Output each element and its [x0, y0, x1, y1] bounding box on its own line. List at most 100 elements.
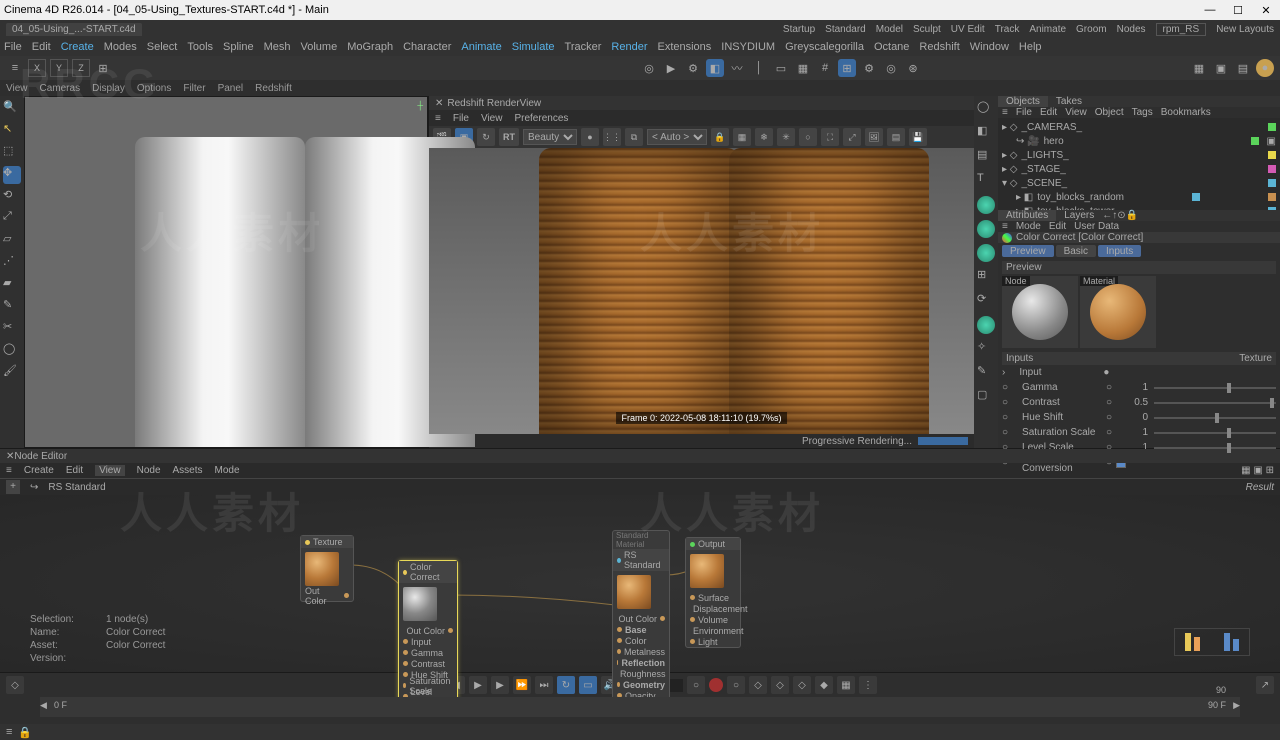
ne-node[interactable]: Node: [137, 465, 161, 476]
axis-y[interactable]: Y: [50, 59, 68, 77]
object-manager[interactable]: ▸ ◇_CAMERAS_ ↪ 🎥hero▣ ▸ ◇_LIGHTS_ ▸ ◇_ST…: [998, 118, 1280, 210]
hue-slider[interactable]: [1154, 417, 1276, 419]
node-graph[interactable]: Texture Out Color Color Correct Out Colo…: [0, 495, 1280, 672]
arrow-icon[interactable]: ↪: [30, 482, 38, 493]
fit-icon[interactable]: ⛶: [821, 128, 839, 146]
render-icon[interactable]: ▶: [662, 59, 680, 77]
fx-icon[interactable]: ✧: [977, 340, 995, 358]
ne-mode[interactable]: Mode: [215, 465, 240, 476]
circle-icon[interactable]: ○: [799, 128, 817, 146]
search-icon[interactable]: 🔍: [3, 100, 21, 118]
vp-panel[interactable]: Panel: [218, 83, 244, 94]
layout-preset[interactable]: rpm_RS: [1156, 23, 1207, 36]
contrast-slider[interactable]: [1154, 402, 1276, 404]
record-icon[interactable]: ○: [687, 676, 705, 694]
brush-icon[interactable]: ✎: [3, 298, 21, 316]
menu-icon[interactable]: ≡: [1002, 107, 1008, 118]
select-tool[interactable]: ⬚: [3, 144, 21, 162]
axis-x[interactable]: X: [28, 59, 46, 77]
grid3-icon[interactable]: ▦: [837, 676, 855, 694]
snow-icon[interactable]: ❄: [755, 128, 773, 146]
layout-nodes[interactable]: Nodes: [1117, 24, 1146, 35]
model-tool[interactable]: ▱: [3, 232, 21, 250]
snap-icon[interactable]: #: [816, 59, 834, 77]
menu-octane[interactable]: Octane: [874, 41, 909, 53]
extrude-icon[interactable]: ▭: [772, 59, 790, 77]
snow2-icon[interactable]: ✳: [777, 128, 795, 146]
atom-icon[interactable]: ⊛: [904, 59, 922, 77]
glow2-icon[interactable]: [977, 220, 995, 238]
pic-icon[interactable]: 🖼: [865, 128, 883, 146]
close-panel-icon[interactable]: ✕: [435, 98, 443, 109]
text-icon[interactable]: T: [977, 172, 995, 190]
glow3-icon[interactable]: [977, 244, 995, 262]
menu-volume[interactable]: Volume: [301, 41, 338, 53]
tab-layers[interactable]: Layers: [1056, 210, 1102, 221]
expand-icon[interactable]: ⤢: [843, 128, 861, 146]
mini-timeline[interactable]: [1174, 628, 1250, 656]
layout-uv[interactable]: UV Edit: [951, 24, 985, 35]
snap2-icon[interactable]: ⊞: [838, 59, 856, 77]
hamburger-icon[interactable]: ≡: [6, 59, 24, 77]
obj-edit[interactable]: Edit: [1040, 107, 1057, 118]
menu-animate[interactable]: Animate: [461, 41, 501, 53]
grid-icon[interactable]: ▦ ▣ ⊞: [1241, 465, 1274, 476]
lock-icon[interactable]: 🔒: [1126, 210, 1138, 221]
menu-render[interactable]: Render: [611, 41, 647, 53]
color-correct-node[interactable]: Color Correct Out Color Input Gamma Cont…: [398, 560, 458, 703]
menu-gsg[interactable]: Greyscalegorilla: [785, 41, 864, 53]
end-marker[interactable]: ▶: [1233, 700, 1240, 711]
autokey-icon[interactable]: ○: [727, 676, 745, 694]
menu-extensions[interactable]: Extensions: [657, 41, 711, 53]
attr-edit[interactable]: Edit: [1049, 221, 1066, 232]
menu-character[interactable]: Character: [403, 41, 451, 53]
menu-edit[interactable]: Edit: [32, 41, 51, 53]
layout-track[interactable]: Track: [995, 24, 1020, 35]
minimize-icon[interactable]: —: [1200, 4, 1220, 17]
lasso-icon[interactable]: ◯: [3, 342, 21, 360]
render-output[interactable]: Frame 0: 2022-05-08 18:11:10 (19.7%s): [429, 148, 974, 434]
goto-end-icon[interactable]: ⏭: [535, 676, 553, 694]
tab-objects[interactable]: Objects: [998, 96, 1048, 107]
pen-icon[interactable]: ✎: [977, 364, 995, 382]
render-region-icon[interactable]: ◎: [640, 59, 658, 77]
next-key-icon[interactable]: ⏩: [513, 676, 531, 694]
maximize-icon[interactable]: ☐: [1228, 4, 1248, 17]
poly-tool[interactable]: ▰: [3, 276, 21, 294]
key-s-icon[interactable]: ◇: [771, 676, 789, 694]
sphere-icon[interactable]: ●: [581, 128, 599, 146]
layout-groom[interactable]: Groom: [1076, 24, 1107, 35]
texture-node[interactable]: Texture Out Color: [300, 535, 354, 602]
gamma-slider[interactable]: [1154, 387, 1276, 389]
target-icon[interactable]: ◎: [882, 59, 900, 77]
menu-simulate[interactable]: Simulate: [512, 41, 555, 53]
menu-icon[interactable]: ≡: [6, 465, 12, 476]
tab-basic[interactable]: Basic: [1056, 245, 1096, 257]
timeline-ruler[interactable]: ◀ 0 F 90 F 90 ▶: [40, 697, 1240, 717]
cube-icon[interactable]: ◧: [706, 59, 724, 77]
obj-view[interactable]: View: [1065, 107, 1087, 118]
gear-glow-icon[interactable]: [977, 196, 995, 214]
attr-mode[interactable]: Mode: [1016, 221, 1041, 232]
rt-button[interactable]: RT: [499, 128, 519, 146]
render-tile-icon[interactable]: ▦: [1190, 59, 1208, 77]
lasso-icon[interactable]: ◯: [977, 100, 995, 118]
rotate-tool[interactable]: ⟲: [3, 188, 21, 206]
aov-select[interactable]: Beauty: [523, 129, 577, 145]
rec-button[interactable]: [709, 678, 723, 692]
key-r-icon[interactable]: ◇: [793, 676, 811, 694]
close-icon[interactable]: ✕: [6, 451, 14, 462]
pin-icon[interactable]: ⊙: [1117, 210, 1125, 221]
menu-spline[interactable]: Spline: [223, 41, 254, 53]
key-icon[interactable]: ◇: [6, 676, 24, 694]
paint-icon[interactable]: 🖌: [3, 364, 21, 382]
tab-takes[interactable]: Takes: [1048, 96, 1090, 107]
menu-redshift[interactable]: Redshift: [919, 41, 959, 53]
layout-sculpt[interactable]: Sculpt: [913, 24, 941, 35]
ne-view[interactable]: View: [95, 465, 125, 476]
grid-icon[interactable]: ▦: [794, 59, 812, 77]
lock-icon[interactable]: 🔒: [711, 128, 729, 146]
vp-display[interactable]: Display: [92, 83, 125, 94]
axis-z[interactable]: Z: [72, 59, 90, 77]
crop-icon[interactable]: ⧉: [625, 128, 643, 146]
